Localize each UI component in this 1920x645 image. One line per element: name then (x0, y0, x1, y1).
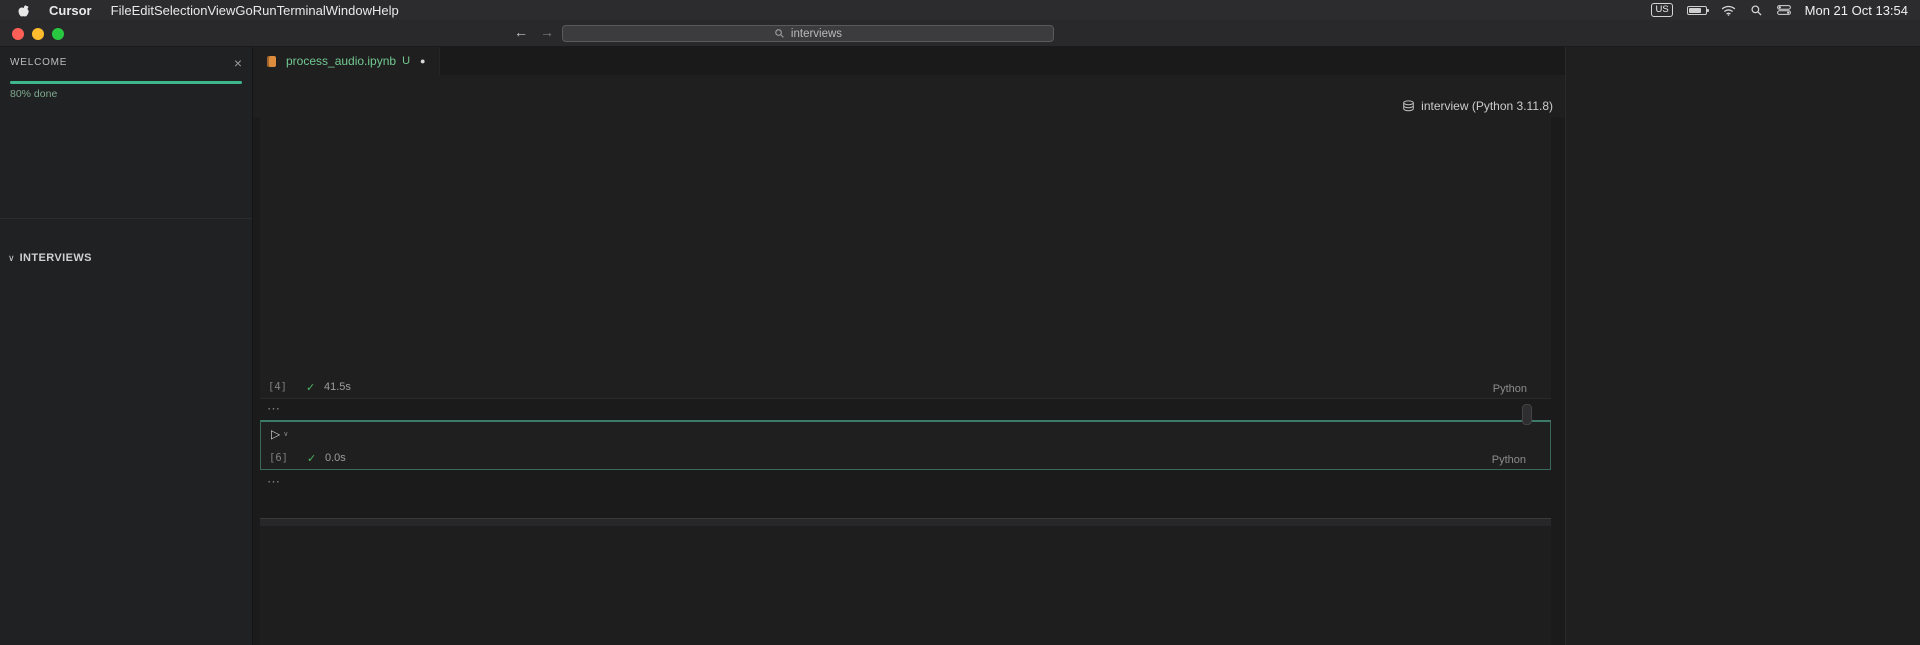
battery-icon[interactable] (1686, 5, 1709, 15)
tab-process-audio[interactable]: process_audio.ipynb U ● (253, 47, 441, 75)
menubar-clock[interactable]: Mon 21 Oct 13:54 (1805, 3, 1908, 18)
menu-edit[interactable]: Edit (132, 3, 154, 18)
secondary-pane (1565, 47, 1920, 645)
execution-duration: 41.5s (324, 381, 351, 393)
run-cell-button[interactable]: ▷ ∨ (271, 427, 288, 441)
menubar-status: US Mon 21 Oct 13:54 (1637, 3, 1920, 18)
cursor-window: Cursor FileEditSelectionViewGoRunTermina… (0, 0, 1920, 645)
cell-divider-more-icon[interactable]: ⋯ (267, 401, 281, 417)
kernel-icon (1402, 100, 1415, 112)
run-icon: ▷ (271, 427, 281, 441)
breadcrumb (253, 75, 1565, 95)
welcome-panel: WELCOME × 80% done (0, 47, 252, 219)
kernel-picker[interactable]: interview (Python 3.11.8) (1402, 95, 1553, 117)
menubar-menus-left: Cursor FileEditSelectionViewGoRunTermina… (0, 3, 399, 18)
cell-language[interactable]: Python (1492, 454, 1526, 466)
wifi-icon[interactable] (1721, 5, 1736, 16)
kernel-label: interview (Python 3.11.8) (1421, 99, 1553, 113)
input-source-indicator[interactable]: US (1651, 3, 1673, 17)
code-cell-1[interactable]: [4] ✓ 41.5s Python (260, 117, 1551, 399)
cell-language[interactable]: Python (1493, 383, 1527, 395)
close-icon[interactable]: × (234, 56, 242, 70)
tab-git-badge: U (402, 55, 411, 67)
editor-group: process_audio.ipynb U ● interview (Pytho… (253, 47, 1565, 645)
success-check-icon: ✓ (306, 381, 316, 394)
menu-help[interactable]: Help (372, 3, 399, 18)
explorer-section-header[interactable]: ∨ INTERVIEWS (8, 252, 92, 264)
success-check-icon: ✓ (307, 452, 317, 465)
cell-toolbar (1522, 404, 1532, 425)
control-center-icon[interactable] (1776, 5, 1791, 15)
menubar-menus: FileEditSelectionViewGoRunTerminalWindow… (111, 3, 399, 18)
sidebar: WELCOME × 80% done ∨ INTERVIEWS (0, 47, 253, 645)
execution-duration: 0.0s (325, 452, 346, 464)
notebook-file-icon (267, 55, 276, 67)
cell-1-editor[interactable] (318, 117, 1547, 375)
menu-run[interactable]: Run (253, 3, 277, 18)
macos-menubar: Cursor FileEditSelectionViewGoRunTermina… (0, 0, 1920, 20)
apple-menu-icon[interactable] (18, 4, 30, 17)
menu-window[interactable]: Window (326, 3, 372, 18)
window-controls (12, 28, 64, 40)
menu-terminal[interactable]: Terminal (277, 3, 326, 18)
search-icon (774, 28, 785, 39)
cell-3-divider (260, 519, 1551, 526)
command-center-search[interactable]: interviews (562, 25, 1054, 42)
notebook-toolbar (253, 95, 1565, 117)
activity-icons-row (0, 227, 252, 249)
onboarding-progressbar (10, 81, 242, 84)
tab-title: process_audio.ipynb (286, 54, 397, 68)
search-text: interviews (790, 27, 843, 40)
progress-fill (10, 81, 242, 84)
cell-1-status-bar: [4] ✓ 41.5s (260, 377, 1551, 397)
execution-count: [4] (268, 381, 287, 393)
zoom-window-button[interactable] (52, 28, 64, 40)
history-navigation: ← → (514, 24, 554, 40)
execution-count: [6] (269, 452, 288, 464)
spotlight-search-icon[interactable] (1750, 4, 1763, 17)
menu-selection[interactable]: Selection (154, 3, 207, 18)
go-back-icon[interactable]: ← (514, 24, 528, 40)
cell-2-status-bar: [6] ✓ 0.0s (261, 448, 1550, 468)
menu-view[interactable]: View (207, 3, 235, 18)
explorer-title: INTERVIEWS (19, 252, 92, 264)
welcome-title: WELCOME (10, 57, 68, 68)
chevron-down-icon: ∨ (8, 252, 15, 263)
menu-go[interactable]: Go (235, 3, 252, 18)
chevron-down-icon: ∨ (283, 431, 289, 438)
go-forward-icon[interactable]: → (540, 24, 554, 40)
menu-file[interactable]: File (111, 3, 132, 18)
app-menu-cursor[interactable]: Cursor (49, 3, 92, 18)
code-cell-2[interactable]: ▷ ∨ [6] ✓ 0.0s Python (260, 420, 1551, 470)
unsaved-dot-icon[interactable]: ● (420, 56, 425, 66)
close-window-button[interactable] (12, 28, 24, 40)
progress-label: 80% done (10, 88, 58, 100)
tab-strip: process_audio.ipynb U ● (253, 47, 1565, 75)
code-cell-3[interactable] (260, 526, 1551, 645)
window-titlebar: ← → interviews (0, 20, 1920, 47)
notebook-area: [4] ✓ 41.5s Python ⋯ ▷ ∨ [6] ✓ 0.0s Pyth… (253, 117, 1565, 645)
minimize-window-button[interactable] (32, 28, 44, 40)
cell-divider-more-icon[interactable]: ⋯ (267, 474, 281, 490)
